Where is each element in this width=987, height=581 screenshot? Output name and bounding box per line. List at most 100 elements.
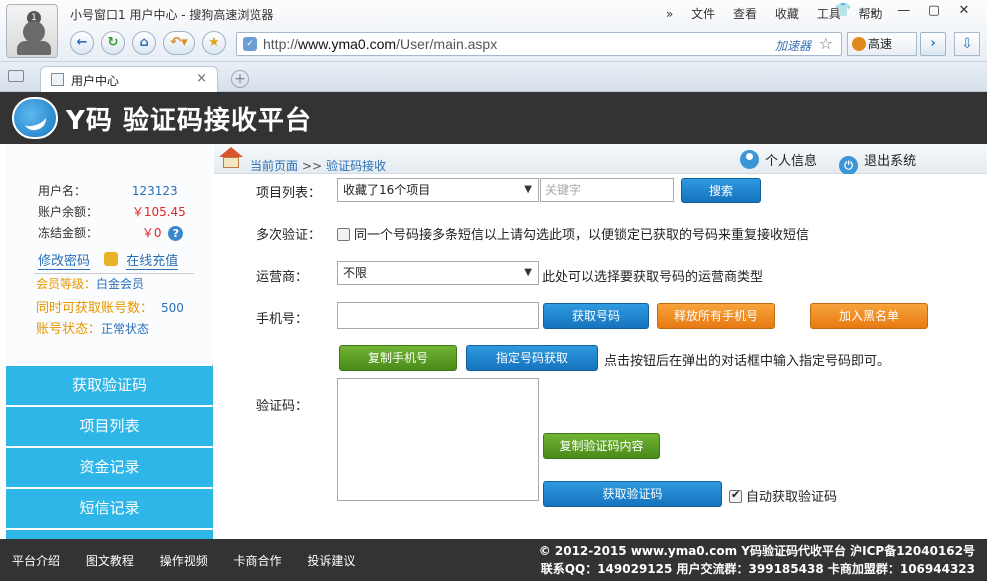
forward-more-icon[interactable]: › — [920, 32, 946, 56]
logout-icon: ⏻ — [839, 156, 859, 175]
breadcrumb-bar: 当前页面 >> 验证码接收 个人信息 ⏻ 退出系统 — [214, 144, 987, 175]
blacklist-button[interactable]: 加入黑名单 — [810, 303, 928, 329]
code-textarea[interactable] — [337, 378, 539, 501]
footer-link-intro[interactable]: 平台介绍 — [12, 554, 60, 568]
phone-input[interactable] — [337, 302, 539, 329]
tab-close-icon[interactable]: × — [196, 71, 207, 86]
coins-icon — [104, 252, 119, 266]
sidebar-item-sms-records[interactable]: 短信记录 — [6, 489, 213, 528]
username-value: 123123 — [131, 184, 178, 198]
footer-copyright: © 2012-2015 www.yma0.com Y码验证码代收平台 沪ICP备… — [538, 544, 975, 558]
divider — [34, 273, 194, 274]
undo-close-icon[interactable]: ↶▾ — [163, 31, 195, 55]
close-window-icon[interactable]: ✕ — [951, 3, 977, 18]
menu-file[interactable]: 文件 — [691, 7, 715, 21]
security-shield-icon: ✓ — [243, 37, 257, 51]
browser-titlebar: 1 小号窗口1 用户中心 - 搜狗高速浏览器 » 文件 查看 收藏 工具 帮助 … — [0, 0, 987, 62]
site-logo-icon — [12, 97, 58, 139]
footer-link-complaints[interactable]: 投诉建议 — [307, 554, 355, 568]
username-row: 用户名： 123123 — [38, 184, 178, 198]
menu-chevron-icon[interactable]: ⌄ — [861, 3, 887, 18]
sidebar-item-project-list[interactable]: 项目列表 — [6, 407, 213, 446]
back-icon[interactable]: ← — [70, 31, 94, 55]
footer-link-partners[interactable]: 卡商合作 — [234, 554, 282, 568]
multi-verify-checkbox[interactable] — [337, 228, 350, 241]
sidebar-item-more[interactable] — [6, 530, 213, 539]
accelerator-label[interactable]: 加速器 — [775, 37, 811, 54]
sidebar-item-fund-records[interactable]: 资金记录 — [6, 448, 213, 487]
site-footer: 平台介绍 图文教程 操作视频 卡商合作 投诉建议 © 2012-2015 www… — [0, 539, 987, 581]
maximize-icon[interactable]: ▢ — [921, 3, 947, 18]
footer-link-tutorial[interactable]: 图文教程 — [86, 554, 134, 568]
bookmark-star-icon[interactable]: ☆ — [819, 34, 833, 53]
minimize-icon[interactable]: — — [891, 3, 917, 18]
footer-contact: 联系QQ：149029125 用户交流群：399185438 卡商加盟群：106… — [540, 562, 975, 576]
change-password-link[interactable]: 修改密码 — [38, 254, 91, 270]
search-button[interactable]: 搜索 — [681, 178, 761, 203]
avatar-body-icon — [17, 41, 51, 55]
footer-link-video[interactable]: 操作视频 — [160, 554, 208, 568]
multi-verify-option[interactable]: 同一个号码接多条短信以上请勾选此项，以便锁定已获取的号码来重复接收短信 — [337, 224, 809, 243]
menu-view[interactable]: 查看 — [733, 7, 757, 21]
dropdown-arrow-icon: ▼ — [524, 267, 532, 278]
window-controls: 👕 ⌄ — ▢ ✕ — [830, 3, 977, 18]
multi-verify-label: 多次验证： — [256, 228, 322, 243]
menu-favorites[interactable]: 收藏 — [775, 7, 799, 21]
concurrent-value: 500 — [161, 301, 184, 315]
specify-number-button[interactable]: 指定号码获取 — [466, 345, 598, 371]
url-text[interactable]: http://www.yma0.com/User/main.aspx — [263, 36, 497, 52]
help-icon[interactable]: ? — [168, 226, 184, 241]
logout-link[interactable]: ⏻ 退出系统 — [839, 150, 916, 175]
user-info-panel: 用户名： 123123 账户余额： ￥105.45 冻结金额： ￥0 ? 修改密… — [6, 144, 213, 364]
keyword-input[interactable]: 关键字 — [540, 178, 674, 202]
recharge-link[interactable]: 在线充值 — [126, 254, 179, 270]
new-tab-icon[interactable]: + — [231, 70, 249, 88]
sidebar-item-get-code[interactable]: 获取验证码 — [6, 366, 213, 405]
profile-link[interactable]: 个人信息 — [740, 150, 817, 169]
breadcrumb-current[interactable]: 当前页面 — [250, 159, 298, 173]
footer-info: © 2012-2015 www.yma0.com Y码验证码代收平台 沪ICP备… — [539, 542, 975, 578]
tab-bar: 用户中心 × + — [0, 62, 987, 92]
tab-list-icon[interactable] — [8, 70, 24, 82]
code-label: 验证码： — [256, 399, 309, 414]
frozen-value: ￥0 — [141, 226, 162, 240]
breadcrumb-page[interactable]: 验证码接收 — [326, 159, 386, 173]
project-label: 项目列表： — [256, 186, 322, 201]
get-code-button[interactable]: 获取验证码 — [543, 481, 722, 507]
menu-more[interactable]: » — [666, 7, 673, 21]
sogou-icon — [852, 37, 866, 51]
speed-label: 高速 — [868, 37, 893, 51]
phone-label: 手机号： — [256, 312, 309, 327]
auto-get-option[interactable]: 自动获取验证码 — [729, 486, 837, 505]
footer-links: 平台介绍 图文教程 操作视频 卡商合作 投诉建议 — [12, 552, 377, 569]
balance-value: ￥105.45 — [131, 205, 186, 219]
user-icon — [740, 150, 759, 169]
site-title: Y码 验证码接收平台 — [66, 106, 312, 136]
carrier-select[interactable]: 不限 ▼ — [337, 261, 539, 285]
project-select[interactable]: 收藏了16个项目 ▼ — [337, 178, 539, 202]
refresh-icon[interactable]: ↻ — [101, 31, 125, 55]
speed-mode-button[interactable]: 高速 — [847, 32, 917, 56]
get-number-button[interactable]: 获取号码 — [543, 303, 649, 329]
tab-user-center[interactable]: 用户中心 × — [40, 66, 218, 92]
skin-icon[interactable]: 👕 — [830, 3, 856, 18]
copy-code-button[interactable]: 复制验证码内容 — [543, 433, 660, 459]
address-bar[interactable]: ✓ http://www.yma0.com/User/main.aspx 加速器… — [236, 32, 842, 56]
sidebar: 用户名： 123123 账户余额： ￥105.45 冻结金额： ￥0 ? 修改密… — [6, 144, 213, 539]
specify-hint: 点击按钮后在弹出的对话框中输入指定号码即可。 — [604, 354, 891, 369]
carrier-label: 运营商： — [256, 270, 309, 285]
header-actions: 个人信息 ⏻ 退出系统 — [740, 150, 934, 175]
favorite-star-icon[interactable]: ★ — [202, 31, 226, 55]
release-all-button[interactable]: 释放所有手机号 — [657, 303, 775, 329]
dropdown-arrow-icon: ▼ — [524, 184, 532, 195]
profile-avatar[interactable]: 1 — [6, 4, 58, 58]
download-icon[interactable]: ⇩ — [954, 32, 980, 56]
balance-row: 账户余额： ￥105.45 — [38, 205, 186, 219]
home-icon[interactable]: ⌂ — [132, 31, 156, 55]
carrier-hint: 此处可以选择要获取号码的运营商类型 — [542, 270, 764, 285]
avatar-head-icon — [23, 21, 45, 43]
copy-phone-button[interactable]: 复制手机号 — [339, 345, 457, 371]
frozen-row: 冻结金额： ￥0 ? — [38, 224, 184, 241]
home-house-icon[interactable] — [218, 147, 244, 169]
auto-get-checkbox[interactable] — [729, 488, 742, 503]
